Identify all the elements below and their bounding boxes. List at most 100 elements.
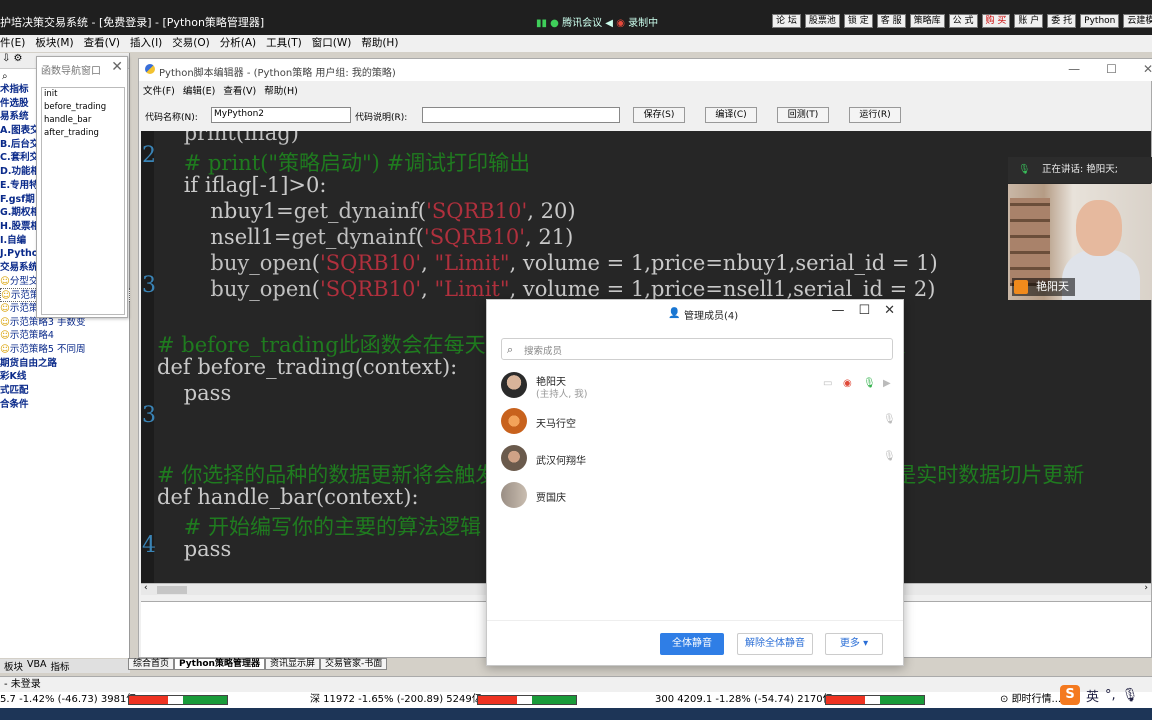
code-desc-input[interactable] — [422, 107, 620, 123]
sidebar-item[interactable]: ☺示范策略4 — [0, 329, 130, 343]
menu-item[interactable]: 查看(V) — [84, 35, 120, 52]
sidebar-item-label: 术指标 — [0, 84, 29, 95]
minimize-icon[interactable]: — — [831, 303, 844, 318]
document-tab[interactable]: 综合首页 — [128, 658, 175, 670]
compile-button[interactable]: 编译(C) — [705, 107, 757, 123]
run-button[interactable]: 运行(R) — [849, 107, 901, 123]
code-token: print(iflag) — [183, 131, 299, 145]
news-ticker[interactable]: ⊙ 即时行情... — [1000, 692, 1061, 708]
sz-index: 深 11972 -1.65% (-200.89) 5249亿 — [310, 694, 482, 705]
manage-members-dialog: 👤 管理成员(4) — ☐ ✕ ⌕ 搜索成员 艳阳天 (主持人, 我) ▭ ◉ … — [486, 299, 904, 666]
person-icon: 👤 — [668, 308, 681, 319]
top-toolbar-button[interactable]: 论 坛 — [772, 14, 801, 28]
sidebar-tab[interactable]: VBA — [27, 659, 47, 673]
menu-item[interactable]: 工具(T) — [266, 35, 302, 52]
scroll-left-icon[interactable]: ‹ — [144, 583, 148, 593]
top-toolbar-button[interactable]: 公 式 — [948, 14, 978, 28]
code-token: nsell1= — [210, 225, 292, 249]
top-toolbar-button[interactable]: 策略库 — [909, 14, 945, 28]
recording-label: 录制中 — [628, 18, 659, 29]
ime-toolbar[interactable]: S 英 °, 🎙 — [1060, 683, 1138, 707]
top-toolbar-button[interactable]: 客 服 — [876, 14, 906, 28]
save-button[interactable]: 保存(S) — [633, 107, 685, 123]
member-search-input[interactable]: ⌕ 搜索成员 — [501, 338, 893, 360]
code-token: get_dynainf — [291, 225, 416, 249]
menu-item[interactable]: 窗口(W) — [312, 35, 352, 52]
code-token: 'SQRB10' — [319, 251, 422, 275]
record-icon[interactable]: ◉ — [843, 378, 852, 389]
mic-icon[interactable]: 🎙 — [883, 451, 896, 462]
close-icon[interactable]: ✕ — [884, 303, 895, 318]
function-nav-item[interactable]: before_trading — [42, 101, 124, 114]
sidebar-item-label: F.gsf期 — [0, 193, 35, 205]
sidebar-item[interactable]: 合条件 — [0, 398, 130, 412]
function-nav-item[interactable]: init — [42, 88, 124, 101]
more-button[interactable]: 更多 ▾ — [825, 633, 883, 655]
sidebar-tab[interactable]: 板块 — [4, 659, 23, 673]
member-row[interactable]: 贾国庆 — [501, 480, 893, 510]
dialog-title: 管理成员(4) — [684, 311, 739, 322]
punctuation-icon[interactable]: °, — [1105, 688, 1116, 703]
document-tab[interactable]: Python策略管理器 — [174, 658, 265, 670]
top-toolbar-button[interactable]: 委 托 — [1047, 14, 1077, 28]
code-token: ( — [311, 251, 320, 275]
sidebar-item-label: 彩K线 — [0, 371, 27, 383]
menu-item[interactable]: 板块(M) — [35, 35, 73, 52]
record-icon: ◉ — [616, 18, 625, 29]
menu-item[interactable]: 分析(A) — [220, 35, 256, 52]
sidebar-item[interactable]: ☺示范策略5 不同周 — [0, 343, 130, 357]
sidebar-item[interactable]: 期货自由之路 — [0, 357, 130, 371]
mute-all-button[interactable]: 全体静音 — [660, 633, 724, 655]
member-row[interactable]: 天马行空 🎙 — [501, 406, 896, 436]
editor-title-bar: Python脚本编辑器 - (Python策略 用户组: 我的策略) — ☐ ✕ — [139, 59, 1152, 81]
maximize-icon[interactable]: ☐ — [1106, 62, 1117, 76]
editor-menu-item[interactable]: 帮助(H) — [264, 83, 298, 97]
top-toolbar-button[interactable]: 股票池 — [804, 14, 840, 28]
function-nav-item[interactable]: handle_bar — [42, 114, 124, 127]
hs300-index: 300 4209.1 -1.28% (-54.74) 2170亿 — [655, 694, 833, 705]
top-toolbar-button[interactable]: 锁 定 — [843, 14, 873, 28]
maximize-icon[interactable]: ☐ — [858, 303, 870, 318]
mic-icon[interactable]: 🎙 — [863, 378, 876, 389]
hs300-breadth-bar — [825, 695, 925, 705]
member-row[interactable]: 艳阳天 (主持人, 我) ▭ ◉ 🎙 ▶ — [501, 370, 893, 400]
meeting-indicator[interactable]: ▮▮ ● 腾讯会议 ◀ ◉ 录制中 — [536, 14, 658, 29]
mic-icon: 🎙 — [1018, 164, 1031, 175]
editor-menu-item[interactable]: 文件(F) — [143, 83, 175, 97]
document-tab[interactable]: 资讯显示屏 — [264, 658, 320, 670]
function-nav-item[interactable]: after_trading — [42, 127, 124, 140]
editor-menu-item[interactable]: 编辑(E) — [183, 83, 215, 97]
sidebar-tab[interactable]: 指标 — [51, 659, 70, 673]
member-row[interactable]: 武汉何翔华 🎙 — [501, 443, 896, 473]
code-line: pass — [157, 537, 232, 561]
menu-item[interactable]: 件(E) — [0, 35, 25, 52]
top-toolbar: 论 坛股票池锁 定客 服策略库公 式购 买账 户委 托Python云建模行 — [772, 14, 1152, 28]
sidebar-item[interactable]: 式匹配 — [0, 384, 130, 398]
screen-share-icon[interactable]: ▭ — [823, 378, 832, 389]
backtest-button[interactable]: 回测(T) — [777, 107, 829, 123]
top-toolbar-button[interactable]: Python — [1080, 14, 1120, 28]
ime-lang[interactable]: 英 — [1086, 686, 1099, 705]
sidebar-search-icon[interactable]: ⌕ — [2, 71, 8, 82]
camera-icon[interactable]: ▶ — [883, 378, 891, 389]
editor-menu-item[interactable]: 查看(V) — [223, 83, 256, 97]
menu-item[interactable]: 帮助(H) — [361, 35, 398, 52]
scroll-right-icon[interactable]: › — [1144, 583, 1148, 593]
document-tab[interactable]: 交易管家-书面 — [319, 658, 388, 670]
sidebar-item[interactable]: 彩K线 — [0, 370, 130, 384]
top-toolbar-button[interactable]: 账 户 — [1014, 14, 1044, 28]
top-toolbar-button[interactable]: 云建模 — [1123, 14, 1152, 28]
minimize-icon[interactable]: — — [1068, 62, 1080, 76]
close-icon[interactable]: ✕ — [111, 59, 123, 75]
menu-item[interactable]: 插入(I) — [130, 35, 162, 52]
video-tile[interactable]: 艳阳天 — [1008, 184, 1152, 300]
top-toolbar-button[interactable]: 购 买 — [981, 14, 1011, 28]
scroll-thumb[interactable] — [157, 586, 187, 594]
mic-icon[interactable]: 🎙 — [1122, 688, 1139, 703]
mic-icon[interactable]: 🎙 — [883, 414, 896, 425]
unmute-all-button[interactable]: 解除全体静音 — [737, 633, 813, 655]
close-icon[interactable]: ✕ — [1143, 62, 1152, 76]
bookshelf-background — [1010, 198, 1050, 286]
menu-item[interactable]: 交易(O) — [172, 35, 209, 52]
code-name-input[interactable]: MyPython2 — [211, 107, 351, 123]
